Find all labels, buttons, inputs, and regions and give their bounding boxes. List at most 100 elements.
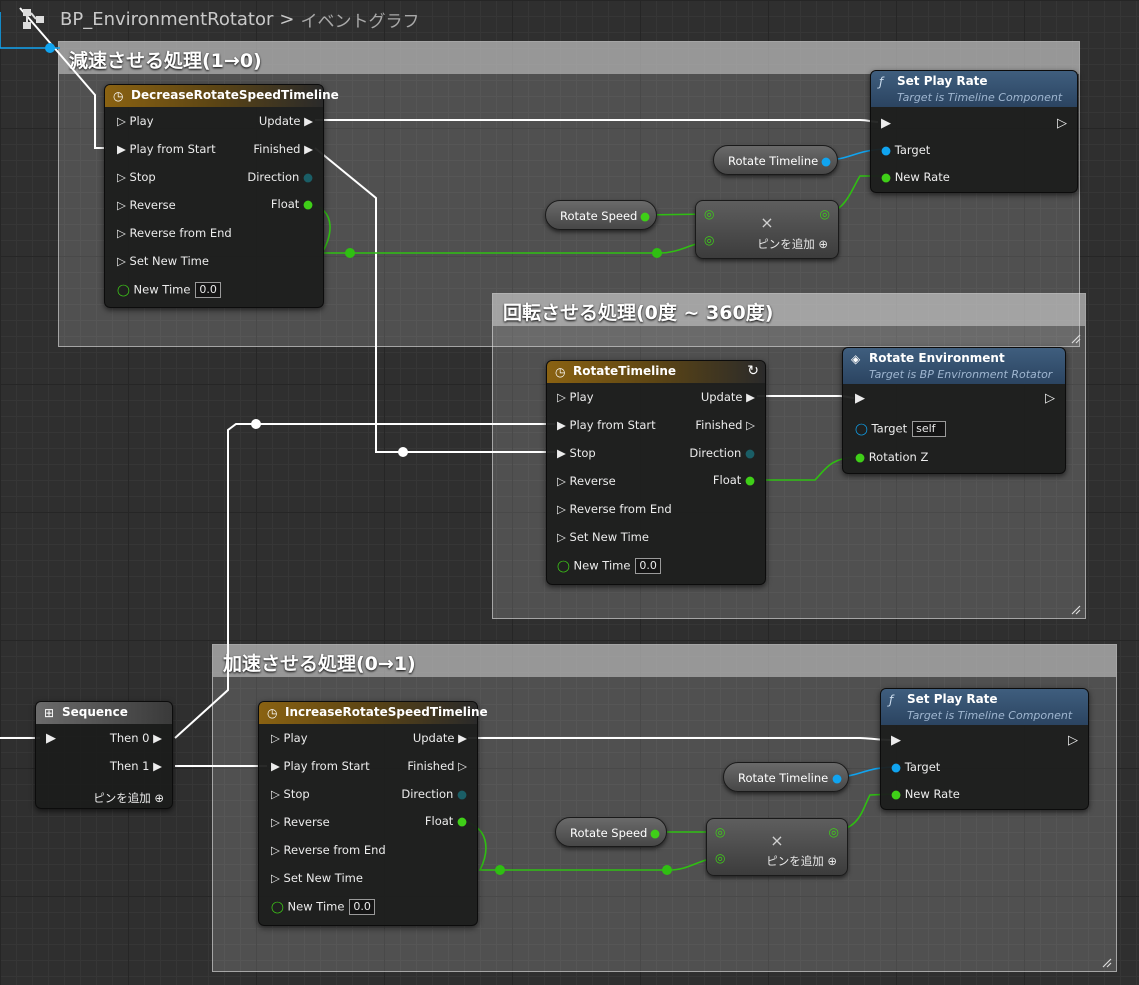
- pin-new-rate[interactable]: ● New Rate: [891, 787, 960, 801]
- pin-rotation-z[interactable]: ● Rotation Z: [855, 450, 928, 464]
- pin-direction[interactable]: Direction ●: [689, 446, 755, 460]
- pin-finished[interactable]: Finished ▷: [695, 418, 755, 432]
- loop-icon: ↻: [747, 363, 759, 379]
- pin-play[interactable]: ▷ Play: [117, 114, 154, 128]
- pin-direction[interactable]: Direction ●: [401, 787, 467, 801]
- add-pin-button[interactable]: ピンを追加 ⊕: [757, 236, 828, 252]
- pin-set-new-time[interactable]: ▷ Set New Time: [117, 254, 209, 268]
- pin-target[interactable]: ● Target: [881, 143, 930, 157]
- pin-finished[interactable]: Finished ▷: [407, 759, 467, 773]
- pin-float[interactable]: Float ●: [425, 814, 467, 828]
- pin-finished[interactable]: Finished ▶: [253, 142, 313, 156]
- decrease-timeline-node[interactable]: ◷ DecreaseRotateSpeedTimeline ▷ Play ▶ P…: [104, 84, 339, 308]
- add-pin-button[interactable]: ピンを追加 ⊕: [93, 790, 164, 806]
- pin-reverse-from-end[interactable]: ▷ Reverse from End: [271, 843, 386, 857]
- node-title: Sequence: [62, 705, 128, 719]
- exec-in-pin[interactable]: ▶: [881, 116, 891, 131]
- set-play-rate-node-top[interactable]: ƒ Set Play Rate Target is Timeline Compo…: [870, 70, 1078, 193]
- pin-target[interactable]: ◯ Target self: [855, 421, 947, 437]
- float-pin-icon[interactable]: ◎: [715, 851, 725, 865]
- pin-new-time[interactable]: ◯ New Time 0.0: [117, 282, 221, 298]
- pin-target[interactable]: ● Target: [891, 760, 940, 774]
- rotate-environment-node[interactable]: ◈ Rotate Environment Target is BP Enviro…: [842, 347, 1066, 474]
- pin-play[interactable]: ▷ Play: [557, 390, 594, 404]
- pin-new-time[interactable]: ◯ New Time 0.0: [557, 558, 661, 574]
- pin-then-1[interactable]: Then 1 ▶: [110, 759, 162, 773]
- node-title: IncreaseRotateSpeedTimeline: [285, 705, 488, 719]
- pin-stop[interactable]: ▶ Stop: [557, 446, 596, 460]
- pin-set-new-time[interactable]: ▷ Set New Time: [271, 871, 363, 885]
- breadcrumb-blueprint[interactable]: BP_EnvironmentRotator: [60, 9, 273, 30]
- exec-out-pin[interactable]: ▷: [1057, 116, 1067, 131]
- exec-out-pin[interactable]: ▷: [1068, 733, 1078, 748]
- increase-timeline-node[interactable]: ◷ IncreaseRotateSpeedTimeline ▷ Play ▶ P…: [258, 701, 488, 926]
- rotate-timeline-variable-bottom[interactable]: Rotate Timeline ●: [723, 762, 849, 792]
- pin-new-rate[interactable]: ● New Rate: [881, 170, 950, 184]
- exec-out-pin[interactable]: ▷: [1045, 391, 1055, 406]
- pin-reverse[interactable]: ▷ Reverse: [271, 815, 330, 829]
- add-pin-icon: ⊕: [827, 854, 837, 868]
- breadcrumb-separator: >: [279, 8, 295, 30]
- node-title: DecreaseRotateSpeedTimeline: [131, 88, 339, 102]
- rotate-speed-variable-top[interactable]: Rotate Speed ●: [545, 200, 657, 230]
- pin-reverse-from-end[interactable]: ▷ Reverse from End: [557, 502, 672, 516]
- pin-reverse-from-end[interactable]: ▷ Reverse from End: [117, 226, 232, 240]
- exec-pin-icon: ▶: [304, 142, 313, 156]
- exec-pin-icon: ▷: [746, 418, 755, 432]
- exec-pin-icon: ▷: [117, 198, 126, 212]
- node-subtitle: Target is Timeline Component: [897, 91, 1063, 104]
- pin-play-from-start[interactable]: ▶ Play from Start: [117, 142, 216, 156]
- new-time-input[interactable]: 0.0: [349, 899, 375, 915]
- new-time-input[interactable]: 0.0: [635, 558, 661, 574]
- pin-play[interactable]: ▷ Play: [271, 731, 308, 745]
- node-subtitle: Target is BP Environment Rotator: [869, 368, 1053, 381]
- float-pin-icon: ●: [881, 170, 892, 184]
- pin-update[interactable]: Update ▶: [701, 390, 755, 404]
- exec-pin-icon: ▶: [304, 114, 313, 128]
- exec-pin-icon: ▶: [746, 390, 755, 404]
- float-pin-icon: ●: [891, 787, 902, 801]
- exec-pin-icon: ▶: [557, 446, 566, 460]
- pin-stop[interactable]: ▷ Stop: [271, 787, 310, 801]
- exec-in-pin[interactable]: ▶: [891, 733, 901, 748]
- target-self-value[interactable]: self: [912, 421, 947, 437]
- blueprint-graph-icon: [23, 9, 44, 29]
- set-play-rate-node-bottom[interactable]: ƒ Set Play Rate Target is Timeline Compo…: [880, 688, 1089, 810]
- float-pin-icon: ◯: [117, 282, 130, 297]
- pin-reverse[interactable]: ▷ Reverse: [557, 474, 616, 488]
- object-pin-icon: ●: [881, 143, 892, 157]
- exec-in-pin[interactable]: ▶: [855, 391, 865, 406]
- pin-update[interactable]: Update ▶: [413, 731, 467, 745]
- pin-new-time[interactable]: ◯ New Time 0.0: [271, 899, 375, 915]
- rotate-timeline-variable-top[interactable]: Rotate Timeline ●: [713, 145, 838, 175]
- pin-direction[interactable]: Direction ●: [247, 170, 313, 184]
- multiply-node-top[interactable]: ◎ ◎ ◎ × ピンを追加 ⊕: [695, 200, 839, 259]
- multiply-node-bottom[interactable]: ◎ ◎ ◎ × ピンを追加 ⊕: [706, 818, 848, 876]
- float-pin-icon: ●: [302, 197, 313, 211]
- function-icon: ƒ: [879, 75, 884, 89]
- pin-then-0[interactable]: Then 0 ▶: [110, 731, 162, 745]
- new-time-input[interactable]: 0.0: [195, 282, 221, 298]
- pin-float[interactable]: Float ●: [271, 197, 313, 211]
- clock-icon: ◷: [113, 89, 124, 103]
- node-title: Rotate Environment: [869, 351, 1005, 365]
- node-title: Set Play Rate: [907, 692, 998, 706]
- sequence-node[interactable]: ⊞ Sequence ▶ Then 0 ▶ Then 1 ▶ ピンを追加 ⊕: [35, 701, 173, 809]
- pin-stop[interactable]: ▷ Stop: [117, 170, 156, 184]
- add-pin-button[interactable]: ピンを追加 ⊕: [766, 853, 837, 869]
- float-pin-icon[interactable]: ◎: [704, 233, 714, 247]
- exec-pin-icon: ▶: [458, 731, 467, 745]
- exec-pin-icon: ▷: [271, 843, 280, 857]
- pin-float[interactable]: Float ●: [713, 473, 755, 487]
- pin-set-new-time[interactable]: ▷ Set New Time: [557, 530, 649, 544]
- pin-play-from-start[interactable]: ▶ Play from Start: [557, 418, 656, 432]
- exec-pin-icon: ▷: [271, 731, 280, 745]
- exec-pin-icon: ▷: [117, 226, 126, 240]
- pin-play-from-start[interactable]: ▶ Play from Start: [271, 759, 370, 773]
- rotate-timeline-node[interactable]: ◷ RotateTimeline ↻ ▷ Play ▶ Play from St…: [546, 360, 766, 585]
- rotate-speed-variable-bottom[interactable]: Rotate Speed ●: [555, 817, 667, 847]
- exec-in-pin[interactable]: ▶: [46, 731, 56, 746]
- pin-reverse[interactable]: ▷ Reverse: [117, 198, 176, 212]
- pin-update[interactable]: Update ▶: [259, 114, 313, 128]
- breadcrumb-graph[interactable]: イベントグラフ: [301, 7, 420, 32]
